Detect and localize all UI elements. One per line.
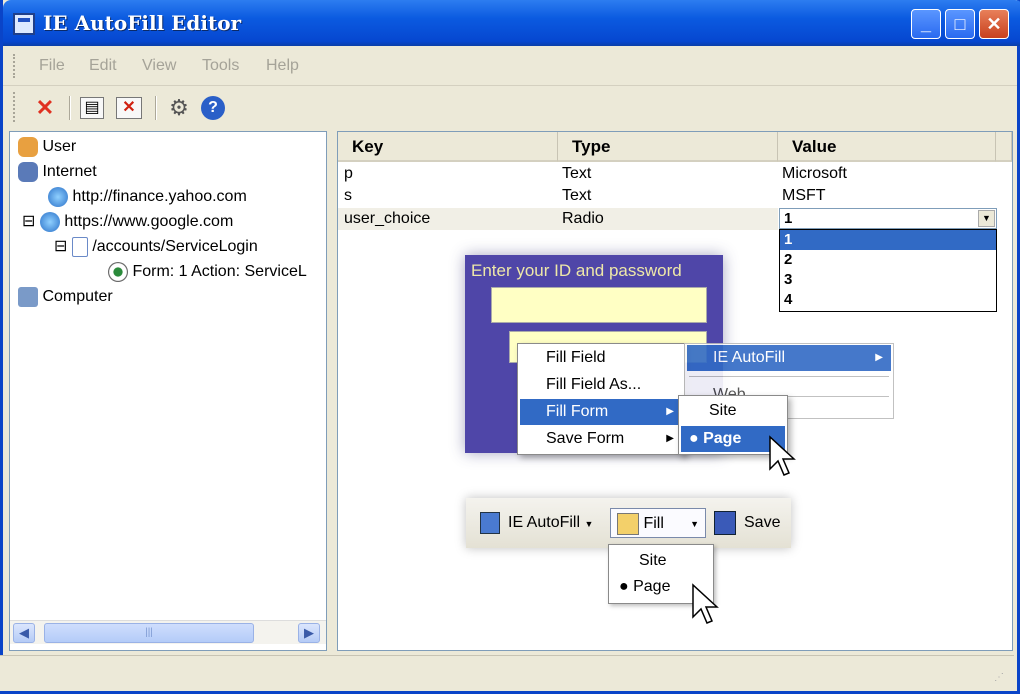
page-icon [71, 236, 88, 257]
cell-type[interactable]: Radio [562, 208, 604, 230]
tree-hscrollbar[interactable]: ◀ ||| ▶ [10, 620, 326, 644]
menu-edit[interactable]: Edit [89, 57, 117, 75]
autofill-icon [480, 512, 500, 534]
scroll-thumb[interactable]: ||| [44, 623, 254, 643]
dropdown-option[interactable]: 3 [780, 270, 996, 290]
submenu-arrow-icon: ▶ [875, 352, 883, 363]
status-bar: ⋰ [0, 655, 1014, 691]
globe-icon [39, 211, 60, 232]
tree-item-computer[interactable]: Computer [18, 286, 113, 308]
submenu-arrow-icon: ▶ [666, 406, 674, 417]
save-button[interactable]: Save [744, 508, 780, 538]
fill-icon [617, 512, 639, 535]
computer-icon [18, 286, 38, 307]
chevron-down-icon[interactable]: ▼ [978, 210, 995, 227]
network-icon [18, 161, 38, 182]
menu-separator [689, 376, 889, 377]
cell-type[interactable]: Text [562, 163, 591, 185]
dropdown-option[interactable]: 1 [780, 230, 996, 250]
dropdown-option[interactable]: 4 [780, 290, 996, 310]
cell-key[interactable]: s [344, 185, 352, 207]
menu-fill-form[interactable]: Fill Form ▶ [520, 399, 682, 425]
submenu-arrow-icon: ▶ [666, 433, 674, 444]
menu-bar: File Edit View Tools Help [3, 46, 1017, 86]
id-field[interactable] [491, 287, 707, 323]
column-key[interactable]: Key [338, 132, 558, 162]
menu-ie-autofill[interactable]: IE AutoFill ▶ [687, 345, 891, 371]
tree-item-google[interactable]: ⊟ https://www.google.com [22, 211, 233, 233]
menu-fill-field[interactable]: Fill Field [520, 345, 682, 371]
context-menu: Fill Field Fill Field As... Fill Form ▶ S… [517, 343, 685, 455]
mouse-cursor-icon [692, 583, 719, 624]
dropdown-option[interactable]: 2 [780, 250, 996, 270]
mouse-cursor-icon [769, 435, 796, 476]
menu-site[interactable]: Site [681, 398, 785, 424]
dropdown-value: 1 [784, 210, 793, 227]
cell-value[interactable]: Microsoft [782, 163, 847, 185]
title-bar[interactable]: IE AutoFill Editor _ □ ✕ [3, 0, 1020, 46]
users-icon [18, 136, 38, 157]
tree-item-servicelogin[interactable]: ⊟ /accounts/ServiceLogin [54, 236, 258, 258]
fill-button[interactable]: Fill ▼ [610, 508, 706, 538]
menu-save-form[interactable]: Save Form ▶ [520, 426, 682, 452]
chevron-down-icon[interactable]: ▼ [690, 509, 699, 539]
window-title: IE AutoFill Editor [43, 11, 242, 35]
column-value[interactable]: Value [778, 132, 996, 162]
cell-key[interactable]: user_choice [338, 208, 778, 230]
properties-icon[interactable]: ▤ [80, 97, 104, 119]
save-icon [714, 511, 736, 535]
toolbar-separator [155, 96, 157, 120]
dropdown-list: 1 2 3 4 [779, 229, 997, 312]
menu-tools[interactable]: Tools [202, 57, 239, 75]
menu-grip [13, 54, 16, 78]
minimize-button[interactable]: _ [911, 9, 941, 39]
login-title: Enter your ID and password [471, 261, 682, 280]
settings-icon[interactable]: ⚙ [164, 94, 194, 122]
cell-key[interactable]: p [344, 163, 353, 185]
tree-item-internet[interactable]: Internet [18, 161, 97, 183]
value-dropdown[interactable]: 1 ▼ [779, 208, 997, 229]
mini-toolbar: IE AutoFill ▼ Fill ▼ Save [466, 498, 791, 548]
maximize-button[interactable]: □ [945, 9, 975, 39]
autofill-button[interactable]: IE AutoFill ▼ [508, 508, 593, 538]
scroll-right-icon[interactable]: ▶ [298, 623, 320, 643]
menu-site[interactable]: Site [611, 548, 711, 574]
chevron-down-icon: ▼ [584, 519, 594, 529]
delete-icon[interactable]: ✕ [30, 94, 60, 122]
help-icon[interactable]: ? [201, 96, 225, 120]
menu-help[interactable]: Help [266, 57, 299, 75]
resize-grip-icon[interactable]: ⋰ [994, 672, 1004, 683]
toolbar: ✕ ▤ ✕ ⚙ ? [3, 86, 1017, 130]
column-filler [996, 132, 1012, 162]
tree-view: User Internet http://finance.yahoo.com ⊟… [9, 131, 327, 651]
close-button[interactable]: ✕ [979, 9, 1009, 39]
menu-fill-field-as[interactable]: Fill Field As... [520, 372, 682, 398]
toolbar-grip [13, 92, 16, 122]
menu-file[interactable]: File [39, 57, 65, 75]
app-icon [13, 13, 35, 35]
toolbar-separator [69, 96, 71, 120]
column-type[interactable]: Type [558, 132, 778, 162]
globe-icon [48, 186, 68, 207]
collapse-icon[interactable]: ⊟ [54, 238, 67, 255]
tree-item-yahoo[interactable]: http://finance.yahoo.com [48, 186, 247, 208]
tree-item-user[interactable]: User [18, 136, 76, 158]
scroll-left-icon[interactable]: ◀ [13, 623, 35, 643]
menu-partial-item[interactable]: Web [687, 382, 891, 396]
tree-item-form[interactable]: Form: 1 Action: ServiceL [108, 261, 307, 283]
collapse-icon[interactable]: ⊟ [22, 213, 35, 230]
form-icon [108, 261, 128, 282]
cell-type[interactable]: Text [562, 185, 591, 207]
remove-icon[interactable]: ✕ [116, 97, 142, 119]
cell-value[interactable]: MSFT [782, 185, 826, 207]
menu-view[interactable]: View [142, 57, 176, 75]
